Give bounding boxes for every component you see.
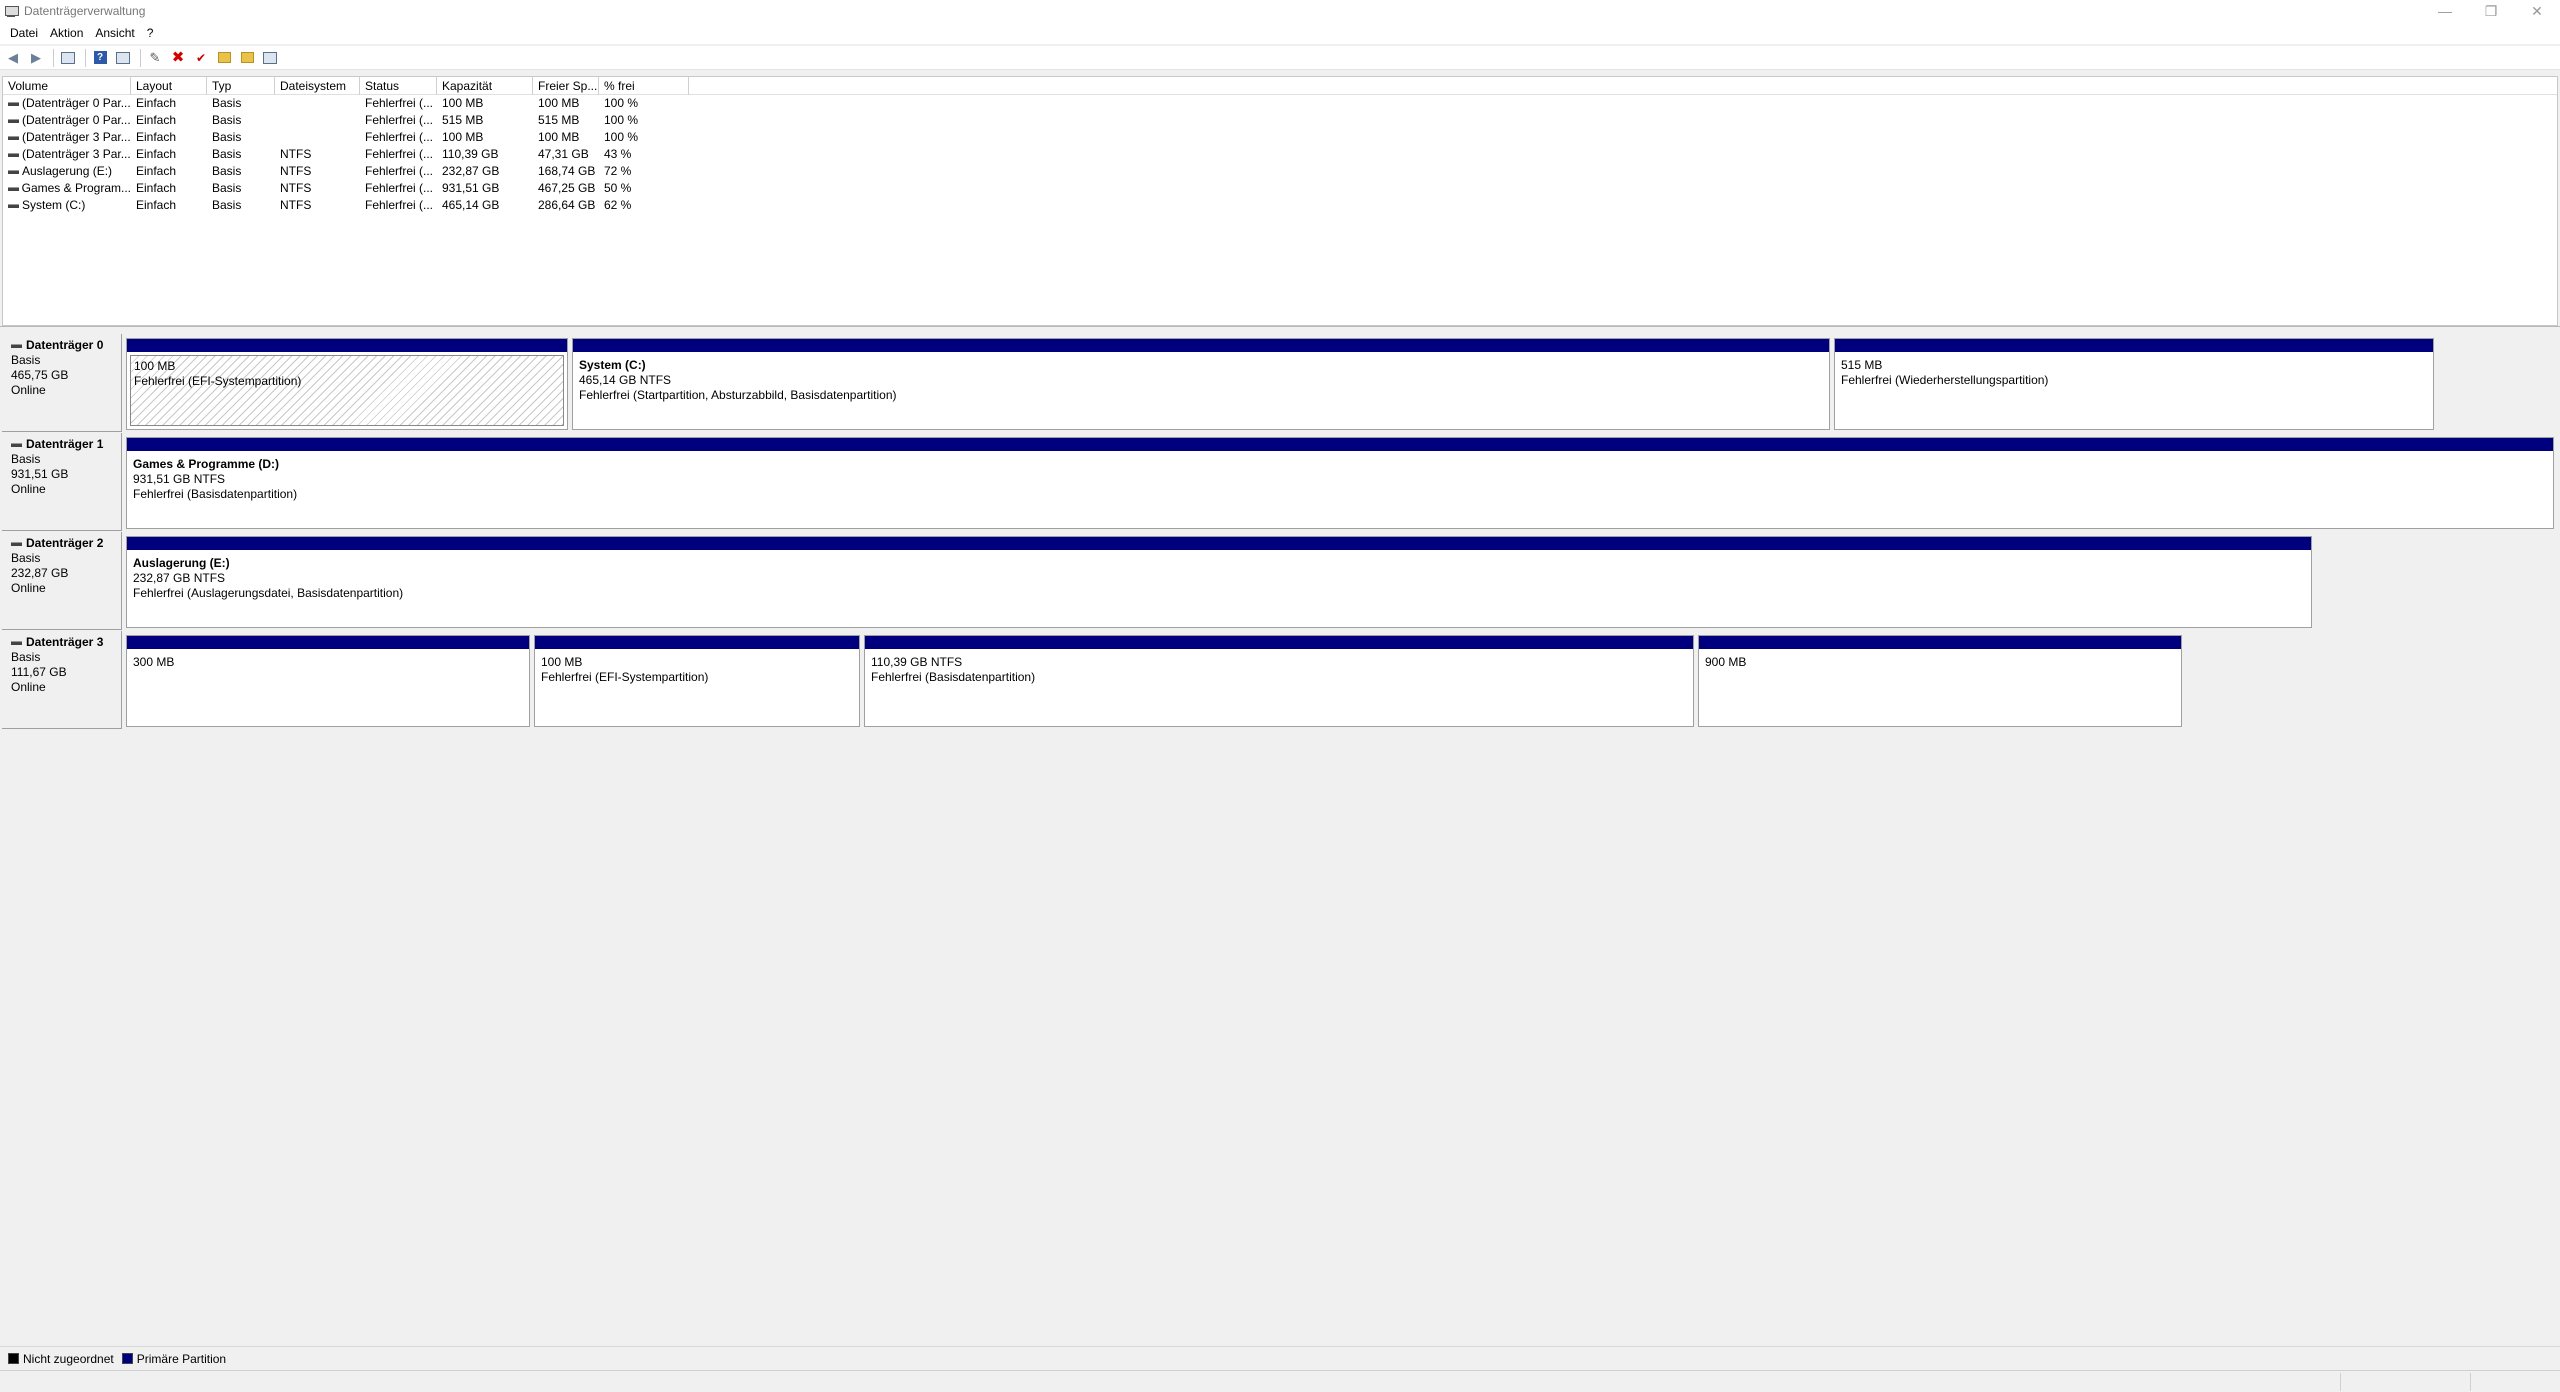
delete-icon[interactable]: ✖ [168,48,188,68]
disk-icon [11,442,22,447]
disk-row-1: Datenträger 1 Basis 931,51 GB Online Gam… [2,433,2558,531]
console-tree-icon[interactable] [58,48,78,68]
disk-label-3[interactable]: Datenträger 3 Basis 111,67 GB Online [2,631,122,729]
disk-row-0: Datenträger 0 Basis 465,75 GB Online 100… [2,334,2438,432]
primary-partition-bar [1699,636,2181,649]
partition-data-disk3[interactable]: 110,39 GB NTFS Fehlerfrei (Basisdatenpar… [864,635,1694,727]
table-row[interactable]: (Datenträger 3 Par... Einfach Basis Fehl… [3,129,2557,146]
volume-list-header: Volume Layout Typ Dateisystem Status Kap… [3,77,2557,95]
status-bar [0,1370,2560,1392]
unallocated-swatch [8,1353,19,1364]
disk-label-0[interactable]: Datenträger 0 Basis 465,75 GB Online [2,334,122,432]
primary-partition-bar [127,339,567,352]
volume-icon [8,203,19,208]
disk-label-2[interactable]: Datenträger 2 Basis 232,87 GB Online [2,532,122,630]
primary-partition-bar [127,438,2553,451]
column-dateisystem[interactable]: Dateisystem [275,77,360,95]
table-row[interactable]: Auslagerung (E:) Einfach Basis NTFS Fehl… [3,163,2557,180]
toolbar-separator [85,48,86,67]
volume-icon [8,101,19,106]
menu-aktion[interactable]: Aktion [44,26,89,40]
toolbar-separator [53,48,54,67]
disk-icon [11,640,22,645]
partition-auslagerung-e[interactable]: Auslagerung (E:) 232,87 GB NTFS Fehlerfr… [126,536,2312,628]
disk-partitions: Games & Programme (D:) 931,51 GB NTFS Fe… [126,437,2558,529]
volume-icon [8,152,19,157]
primary-partition-bar [1835,339,2433,352]
partition-300mb[interactable]: 300 MB [126,635,530,727]
table-row[interactable]: (Datenträger 0 Par... Einfach Basis Fehl… [3,95,2557,112]
volume-icon [8,169,19,174]
primary-partition-bar [127,537,2311,550]
volume-icon [8,118,19,123]
legend-unallocated: Nicht zugeordnet [23,1351,114,1366]
disk-partitions: 100 MB Fehlerfrei (EFI-Systempartition) … [126,338,2438,430]
partition-900mb[interactable]: 900 MB [1698,635,2182,727]
legend: Nicht zugeordnet Primäre Partition [0,1346,2560,1370]
column-layout[interactable]: Layout [131,77,207,95]
disk-graphical-view: Datenträger 0 Basis 465,75 GB Online 100… [0,334,2560,1344]
help-icon[interactable]: ? [90,48,110,68]
disk-icon [11,343,22,348]
disk-label-1[interactable]: Datenträger 1 Basis 931,51 GB Online [2,433,122,531]
window-controls: — ❐ ✕ [2422,0,2560,22]
column-typ[interactable]: Typ [207,77,275,95]
view-icon[interactable] [260,48,280,68]
menu-ansicht[interactable]: Ansicht [89,26,140,40]
forward-arrow-icon[interactable]: ▶ [26,48,46,68]
title-bar: Datenträgerverwaltung — ❐ ✕ [0,0,2560,22]
folder-new-icon[interactable] [237,48,257,68]
menu-datei[interactable]: Datei [4,26,44,40]
column-freier-speicher[interactable]: Freier Sp... [533,77,599,95]
status-pane [2340,1373,2470,1391]
volume-icon [8,135,19,140]
primary-partition-bar [865,636,1693,649]
pane-splitter[interactable] [0,326,2560,332]
partition-efi-disk3[interactable]: 100 MB Fehlerfrei (EFI-Systempartition) [534,635,860,727]
disk-partitions: Auslagerung (E:) 232,87 GB NTFS Fehlerfr… [126,536,2316,628]
partition-efi[interactable]: 100 MB Fehlerfrei (EFI-Systempartition) [126,338,568,430]
partition-games-d[interactable]: Games & Programme (D:) 931,51 GB NTFS Fe… [126,437,2554,529]
column-volume[interactable]: Volume [3,77,131,95]
legend-primary: Primäre Partition [136,1351,227,1366]
volume-icon [8,186,19,191]
back-arrow-icon[interactable]: ◀ [3,48,23,68]
disk-row-3: Datenträger 3 Basis 111,67 GB Online 300… [2,631,2188,729]
partition-system-c[interactable]: System (C:) 465,14 GB NTFS Fehlerfrei (S… [572,338,1830,430]
partition-recovery[interactable]: 515 MB Fehlerfrei (Wiederherstellungspar… [1834,338,2434,430]
table-row[interactable]: (Datenträger 0 Par... Einfach Basis Fehl… [3,112,2557,129]
checkmark-icon[interactable]: ✔ [191,48,211,68]
table-row[interactable]: Games & Program... Einfach Basis NTFS Fe… [3,180,2557,197]
connect-icon[interactable]: ✎ [145,48,165,68]
primary-partition-bar [127,636,529,649]
properties-icon[interactable] [113,48,133,68]
primary-partition-bar [573,339,1829,352]
column-status[interactable]: Status [360,77,437,95]
status-pane [2470,1373,2558,1391]
window-title: Datenträgerverwaltung [24,4,146,18]
disk-partitions: 300 MB 100 MB Fehlerfrei (EFI-Systempart… [126,635,2186,727]
table-row[interactable]: System (C:) Einfach Basis NTFS Fehlerfre… [3,197,2557,214]
column-kapazitaet[interactable]: Kapazität [437,77,533,95]
folder-up-icon[interactable] [214,48,234,68]
disk-icon [11,541,22,546]
primary-partition-bar [535,636,859,649]
table-row[interactable]: (Datenträger 3 Par... Einfach Basis NTFS… [3,146,2557,163]
column-prozent-frei[interactable]: % frei [599,77,689,95]
disk-management-app-icon [4,4,19,18]
volume-list: Volume Layout Typ Dateisystem Status Kap… [2,76,2558,326]
primary-partition-swatch [121,1353,133,1364]
toolbar-separator [140,48,141,67]
close-button[interactable]: ✕ [2514,0,2560,22]
restore-button[interactable]: ❐ [2468,0,2514,22]
menu-bar: Datei Aktion Ansicht ? [0,22,2560,44]
minimize-button[interactable]: — [2422,0,2468,22]
toolbar: ◀ ▶ ? ✎ ✖ ✔ [0,46,2560,70]
disk-row-2: Datenträger 2 Basis 232,87 GB Online Aus… [2,532,2318,630]
menu-help[interactable]: ? [141,26,160,40]
